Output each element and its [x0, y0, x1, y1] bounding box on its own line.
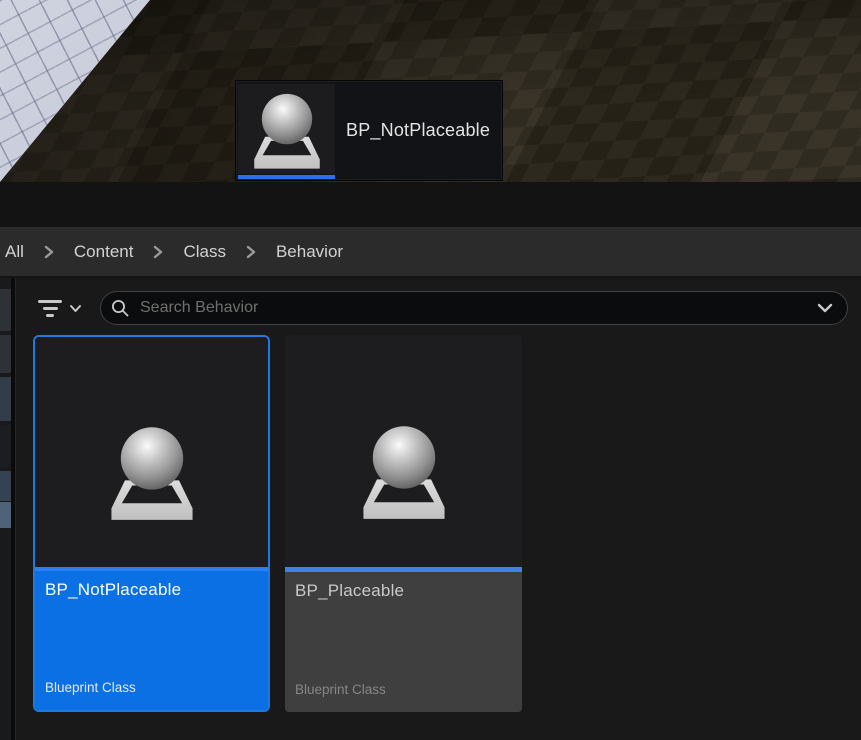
chevron-right-icon [29, 244, 69, 260]
left-rail-item[interactable] [0, 335, 11, 373]
search-input-container[interactable] [100, 291, 848, 325]
chevron-right-icon [231, 244, 271, 260]
panel-splitter[interactable] [11, 278, 16, 740]
asset-name: BP_Placeable [285, 572, 522, 601]
left-rail [0, 278, 11, 740]
asset-thumbnail [35, 337, 268, 567]
breadcrumb: All Content Class Behavior [0, 227, 861, 278]
breadcrumb-item-behavior[interactable]: Behavior [271, 242, 348, 262]
drag-preview-loading-bar [238, 175, 335, 179]
chevron-right-icon [138, 244, 178, 260]
drag-preview-thumbnail [238, 84, 335, 174]
viewport-3d[interactable]: BP_NotPlaceable [0, 0, 861, 182]
asset-tile-footer: BP_Placeable Blueprint Class [285, 572, 522, 712]
content-browser: BP_NotPlaceable Blueprint Class BP_Place… [0, 278, 861, 740]
asset-thumbnail [285, 335, 522, 567]
chevron-down-icon [69, 304, 82, 313]
breadcrumb-item-class[interactable]: Class [178, 242, 231, 262]
blueprint-class-icon [100, 420, 204, 524]
left-rail-item[interactable] [0, 289, 11, 331]
blueprint-class-icon [245, 88, 329, 172]
filter-icon [38, 300, 62, 317]
asset-tile-bp-placeable[interactable]: BP_Placeable Blueprint Class [285, 335, 522, 712]
drag-preview-tooltip: BP_NotPlaceable [235, 80, 503, 181]
asset-tile-footer: BP_NotPlaceable Blueprint Class [35, 571, 268, 710]
left-rail-item[interactable] [0, 377, 11, 421]
search-input[interactable] [130, 299, 817, 317]
left-rail-item[interactable] [0, 425, 11, 467]
drag-preview-label: BP_NotPlaceable [346, 120, 490, 141]
asset-tile-bp-notplaceable[interactable]: BP_NotPlaceable Blueprint Class [33, 335, 270, 712]
blueprint-class-icon [352, 419, 456, 523]
search-icon [111, 299, 130, 318]
filter-button[interactable] [30, 291, 90, 325]
asset-type-label: Blueprint Class [35, 680, 268, 710]
asset-type-label: Blueprint Class [285, 682, 522, 712]
left-rail-item[interactable] [0, 471, 11, 501]
panel-gap [0, 182, 861, 227]
left-rail-item[interactable] [0, 502, 11, 528]
breadcrumb-item-all[interactable]: All [0, 242, 29, 262]
breadcrumb-item-content[interactable]: Content [69, 242, 139, 262]
asset-name: BP_NotPlaceable [35, 571, 268, 600]
search-options-chevron-icon[interactable] [817, 303, 833, 313]
